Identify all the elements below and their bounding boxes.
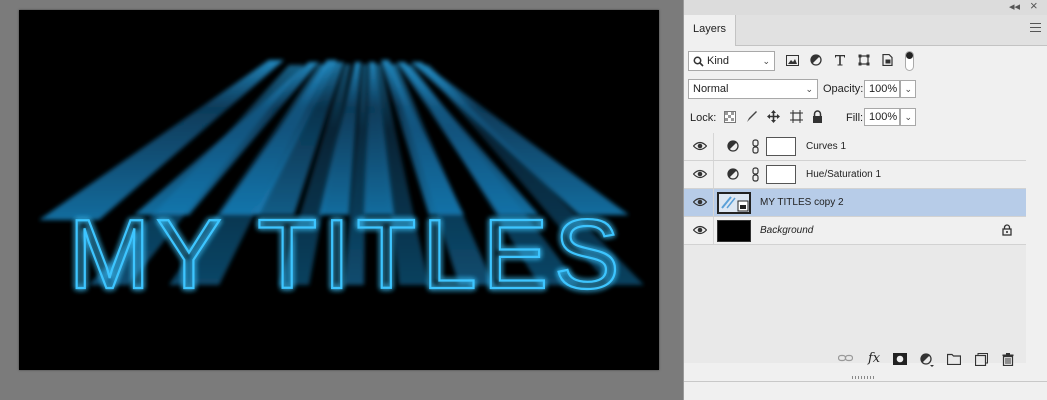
filter-pixel-layer-icon[interactable] bbox=[786, 55, 799, 66]
lock-transparent-pixels-icon[interactable] bbox=[724, 111, 736, 123]
search-icon bbox=[693, 56, 704, 67]
close-panel-button[interactable]: × bbox=[1030, 0, 1038, 12]
blend-mode-select[interactable]: Normal ⌄ bbox=[688, 79, 818, 99]
fx-icon[interactable]: fx bbox=[868, 351, 880, 366]
filter-adjustment-layer-icon[interactable] bbox=[810, 54, 822, 66]
new-layer-icon[interactable] bbox=[975, 353, 988, 366]
link-layers-icon[interactable] bbox=[838, 353, 853, 363]
layers-scrollbar[interactable] bbox=[1026, 133, 1042, 363]
new-group-icon[interactable] bbox=[947, 353, 961, 365]
link-chain-icon[interactable] bbox=[752, 139, 759, 154]
lock-label: Lock: bbox=[690, 112, 717, 124]
layer-mask-thumbnail[interactable] bbox=[766, 165, 796, 184]
layers-bottom-toolbar: fx bbox=[684, 347, 1026, 373]
visibility-eye-icon[interactable] bbox=[693, 197, 707, 207]
chevron-down-icon: ⌄ bbox=[762, 56, 770, 66]
lock-image-pixels-icon[interactable] bbox=[745, 110, 758, 123]
filter-smart-object-icon[interactable] bbox=[882, 54, 893, 66]
artwork: MY TITLES bbox=[39, 60, 644, 310]
layer-thumbnail[interactable] bbox=[717, 192, 751, 214]
fill-dropdown[interactable]: ⌄ bbox=[900, 108, 916, 126]
opacity-label: Opacity: bbox=[823, 83, 864, 95]
layers-panel: ◂◂ × Layers Kind ⌄ Normal ⌄ Opacity: 100… bbox=[683, 0, 1047, 400]
visibility-eye-icon[interactable] bbox=[693, 141, 707, 151]
layer-thumbnail[interactable] bbox=[717, 220, 751, 242]
document-canvas[interactable]: MY TITLES bbox=[19, 10, 659, 370]
chevron-down-icon: ⌄ bbox=[904, 112, 912, 122]
layer-mask-thumbnail[interactable] bbox=[766, 137, 796, 156]
lock-icon bbox=[1002, 224, 1012, 236]
layer-name[interactable]: Curves 1 bbox=[806, 141, 846, 152]
visibility-eye-icon[interactable] bbox=[693, 169, 707, 179]
add-mask-icon[interactable] bbox=[893, 353, 907, 365]
layers-list[interactable]: Curves 1 Hue/Saturation 1 MY TITLES copy… bbox=[684, 133, 1026, 363]
blend-mode-value: Normal bbox=[693, 83, 729, 95]
collapse-panel-button[interactable]: ◂◂ bbox=[1009, 1, 1020, 13]
adjustment-icon bbox=[727, 168, 739, 180]
filter-kind-select[interactable]: Kind ⌄ bbox=[688, 51, 775, 71]
opacity-input[interactable]: 100% bbox=[864, 80, 900, 98]
panel-menu-icon[interactable] bbox=[1030, 23, 1041, 35]
layer-name[interactable]: MY TITLES copy 2 bbox=[760, 197, 844, 208]
opacity-dropdown[interactable]: ⌄ bbox=[900, 80, 916, 98]
smart-object-icon bbox=[721, 196, 749, 212]
layer-row-my-titles-copy-2[interactable]: MY TITLES copy 2 bbox=[684, 189, 1026, 217]
layer-name[interactable]: Hue/Saturation 1 bbox=[806, 169, 881, 180]
filter-shape-layer-icon[interactable] bbox=[858, 54, 870, 66]
fill-label: Fill: bbox=[846, 112, 864, 124]
link-chain-icon[interactable] bbox=[752, 167, 759, 182]
panel-bottom-border bbox=[684, 381, 1047, 382]
tab-layers[interactable]: Layers bbox=[684, 15, 736, 46]
title-text: MY TITLES bbox=[69, 199, 626, 309]
lock-all-icon[interactable] bbox=[812, 110, 823, 123]
chevron-down-icon: ⌄ bbox=[904, 84, 912, 94]
panel-title-bar: ◂◂ × bbox=[684, 0, 1047, 16]
filter-type-layer-icon[interactable] bbox=[834, 54, 846, 66]
layer-name[interactable]: Background bbox=[760, 225, 813, 236]
adjustment-layer-icon[interactable] bbox=[920, 353, 934, 367]
lock-artboard-icon[interactable] bbox=[790, 110, 803, 123]
fill-input[interactable]: 100% bbox=[864, 108, 900, 126]
adjustment-icon bbox=[727, 140, 739, 152]
panel-tab-row: Layers bbox=[684, 15, 1047, 46]
layer-row-background[interactable]: Background bbox=[684, 217, 1026, 245]
canvas-area[interactable]: MY TITLES bbox=[0, 0, 683, 400]
chevron-down-icon: ⌄ bbox=[805, 84, 813, 94]
layer-row-curves[interactable]: Curves 1 bbox=[684, 133, 1026, 161]
visibility-eye-icon[interactable] bbox=[693, 225, 707, 235]
lock-position-icon[interactable] bbox=[767, 110, 780, 123]
filter-kind-label: Kind bbox=[707, 55, 730, 67]
layer-row-hue-saturation[interactable]: Hue/Saturation 1 bbox=[684, 161, 1026, 189]
panel-resize-grip[interactable] bbox=[852, 376, 876, 379]
delete-icon[interactable] bbox=[1002, 353, 1014, 366]
filter-toggle-switch[interactable] bbox=[905, 51, 914, 71]
